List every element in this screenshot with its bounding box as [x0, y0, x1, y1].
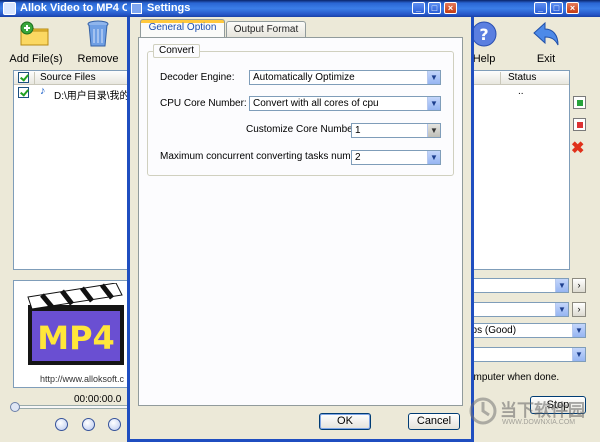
- seek-thumb[interactable]: [10, 402, 20, 412]
- watermark-subtext: WWW.DOWNXIA.COM: [502, 419, 576, 426]
- watermark-text: 当下软件园: [500, 401, 585, 421]
- max-tasks-label: Maximum concurrent converting tasks numb…: [160, 151, 368, 162]
- quality-select[interactable]: pps (Good) ▼: [462, 323, 586, 338]
- file-status: ..: [518, 86, 524, 97]
- tab-output-format[interactable]: Output Format: [226, 21, 306, 37]
- minimize-button[interactable]: _: [534, 2, 547, 14]
- settings-dialog: Settings _ □ × General Option Output For…: [127, 0, 474, 442]
- chevron-down-icon: ▼: [427, 151, 440, 164]
- source-files-header[interactable]: Source Files: [40, 71, 96, 85]
- cpu-core-value: Convert with all cores of cpu: [253, 98, 379, 109]
- customize-core-value: 1: [355, 125, 361, 136]
- play-button[interactable]: [55, 418, 68, 431]
- exit-button[interactable]: Exit: [530, 20, 562, 65]
- delete-icon[interactable]: ✖: [571, 138, 584, 158]
- size-select[interactable]: ▼: [462, 347, 586, 362]
- cancel-button[interactable]: Cancel: [408, 413, 460, 430]
- edit-icon[interactable]: [573, 118, 586, 131]
- file-row-checkbox[interactable]: [18, 87, 29, 98]
- music-note-icon: ♪: [40, 85, 46, 97]
- add-files-button[interactable]: Add File(s): [8, 20, 64, 65]
- customize-core-label: Customize Core Number:: [246, 124, 359, 135]
- chevron-down-icon: ▼: [555, 279, 568, 292]
- tab-page: Convert Decoder Engine: Automatically Op…: [138, 37, 463, 406]
- cpu-core-select[interactable]: Convert with all cores of cpu ▼: [249, 96, 441, 111]
- max-tasks-select[interactable]: 2 ▼: [351, 150, 441, 165]
- app-icon: [3, 2, 16, 15]
- max-tasks-value: 2: [355, 152, 361, 163]
- decoder-engine-value: Automatically Optimize: [253, 72, 355, 83]
- dialog-close-button[interactable]: ×: [444, 2, 457, 14]
- remove-label: Remove: [77, 53, 119, 65]
- column-divider: [34, 72, 35, 84]
- close-button[interactable]: ×: [566, 2, 579, 14]
- stop-playback-button[interactable]: [108, 418, 121, 431]
- move-up-icon[interactable]: [573, 96, 586, 109]
- convert-group-title: Convert: [153, 44, 201, 58]
- pause-button[interactable]: [82, 418, 95, 431]
- column-divider: [500, 72, 501, 84]
- output-format-field[interactable]: ▼: [462, 302, 569, 317]
- exit-label: Exit: [536, 53, 556, 65]
- seek-slider[interactable]: [10, 402, 131, 412]
- add-files-label: Add File(s): [9, 53, 63, 65]
- chevron-down-icon: ▼: [427, 71, 440, 84]
- chevron-down-icon: ▼: [572, 324, 585, 337]
- dialog-minimize-button[interactable]: _: [412, 2, 425, 14]
- shutdown-text: omputer when done.: [468, 372, 560, 383]
- preview-panel: MP4 http://www.alloksoft.c: [13, 280, 131, 388]
- mp4-badge: MP4: [37, 319, 115, 357]
- cpu-core-label: CPU Core Number:: [160, 98, 247, 109]
- settings-icon: [131, 3, 142, 14]
- watermark: 当下软件园 WWW.DOWNXIA.COM: [468, 392, 585, 438]
- browse-button[interactable]: ›: [572, 278, 586, 293]
- chevron-down-icon: ▼: [555, 303, 568, 316]
- mp4-logo: MP4: [27, 283, 124, 365]
- watermark-logo-icon: [469, 397, 497, 425]
- decoder-engine-select[interactable]: Automatically Optimize ▼: [249, 70, 441, 85]
- decoder-engine-label: Decoder Engine:: [160, 72, 235, 83]
- format-settings-button[interactable]: ›: [572, 302, 586, 317]
- help-label: Help: [472, 53, 496, 65]
- chevron-down-icon: ▼: [572, 348, 585, 361]
- status-header[interactable]: Status: [508, 71, 536, 85]
- chevron-down-icon: ▼: [427, 124, 440, 137]
- remove-button[interactable]: Remove: [74, 20, 122, 65]
- exit-arrow-icon: [533, 21, 559, 46]
- settings-title: Settings: [147, 2, 191, 14]
- output-folder-field[interactable]: ▼: [462, 278, 569, 293]
- help-button[interactable]: ? Help: [470, 20, 498, 65]
- dialog-maximize-button[interactable]: □: [428, 2, 441, 14]
- trash-icon: [87, 20, 109, 47]
- website-url[interactable]: http://www.alloksoft.c: [40, 374, 124, 384]
- svg-text:?: ?: [479, 25, 488, 44]
- maximize-button[interactable]: □: [550, 2, 563, 14]
- tab-general-option[interactable]: General Option: [140, 19, 225, 37]
- time-display: 00:00:00.0: [74, 394, 122, 405]
- add-folder-icon: [20, 21, 49, 46]
- help-icon: ?: [471, 21, 497, 47]
- customize-core-select[interactable]: 1 ▼: [351, 123, 441, 138]
- select-all-checkbox[interactable]: [18, 72, 29, 83]
- ok-button[interactable]: OK: [319, 413, 371, 430]
- chevron-down-icon: ▼: [427, 97, 440, 110]
